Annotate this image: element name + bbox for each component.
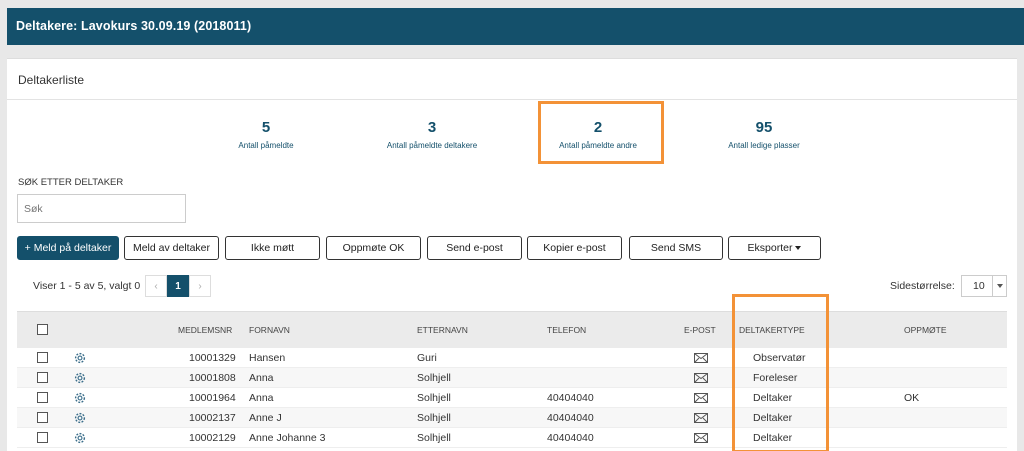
row-checkbox[interactable] [37,372,48,383]
table-row[interactable]: 10001329 Hansen Guri Observatør [17,348,1007,368]
row-checkbox[interactable] [37,432,48,443]
cell-first-name: Anne Johanne 3 [249,432,326,444]
highlight-box-stat [538,101,664,164]
table-row[interactable]: 10001808 Anna Solhjell Foreleser [17,368,1007,388]
cell-phone: 40404040 [547,412,594,424]
top-bar: Deltakere: Lavokurs 30.09.19 (2018011) [7,8,1024,45]
row-checkbox[interactable] [37,412,48,423]
stat-label: Antall ledige plasser [728,141,800,150]
table-header: MEDLEMSNR FORNAVN ETTERNAVN TELEFON E-PO… [17,311,1007,348]
send-email-button[interactable]: Send e-post [427,236,522,260]
gear-icon[interactable] [73,371,87,385]
cell-first-name: Anna [249,372,274,384]
copy-email-button[interactable]: Kopier e-post [527,236,622,260]
table-row[interactable]: 10002137 Anne J Solhjell 40404040 Deltak… [17,408,1007,428]
page-size-select[interactable]: 10 [961,275,1007,297]
page-size-label: Sidestørrelse: [890,280,955,292]
column-header-phone[interactable]: TELEFON [547,325,586,335]
participant-list-card: Deltakerliste 5 Antall påmeldte 3 Antall… [7,58,1017,451]
column-header-last-name[interactable]: ETTERNAVN [417,325,468,335]
card-divider [7,99,1017,100]
row-checkbox[interactable] [37,352,48,363]
cell-attendance: OK [904,392,920,404]
cell-last-name: Solhjell [417,432,451,444]
stat-value: 5 [261,119,271,136]
column-header-email[interactable]: E-POST [684,325,716,335]
cell-phone: 40404040 [547,432,594,444]
cell-last-name: Solhjell [417,392,451,404]
cell-phone: 40404040 [547,392,594,404]
cell-last-name: Guri [417,352,437,364]
card-title: Deltakerliste [18,73,85,87]
stat-registered: 5 Antall påmeldte [191,119,341,150]
search-label: SØK ETTER DELTAKER [18,177,124,188]
page-title: Deltakere: Lavokurs 30.09.19 (2018011) [16,19,252,33]
gear-icon[interactable] [73,411,87,425]
cell-first-name: Anne J [249,412,282,424]
envelope-icon[interactable] [694,373,708,383]
stat-label: Antall påmeldte [238,141,294,150]
envelope-icon[interactable] [694,433,708,443]
attendance-ok-button[interactable]: Oppmøte OK [326,236,421,260]
cell-member-no: 10001808 [189,372,236,384]
column-header-member-no[interactable]: MEDLEMSNR [178,325,232,335]
cell-member-no: 10001964 [189,392,236,404]
envelope-icon[interactable] [694,413,708,423]
table-row[interactable]: 10002129 Anne Johanne 3 Solhjell 4040404… [17,428,1007,448]
stat-label: Antall påmeldte deltakere [386,141,478,150]
cell-last-name: Solhjell [417,372,451,384]
send-sms-button[interactable]: Send SMS [629,236,723,260]
stat-value: 95 [755,119,773,136]
pager-page-button[interactable]: 1 [167,275,189,297]
export-label: Eksporter [747,242,793,254]
pagination: ‹ 1 › [145,275,211,297]
search-input[interactable] [17,194,186,223]
caret-down-icon [795,246,802,250]
gear-icon[interactable] [73,351,87,365]
cell-member-no: 10002129 [189,432,236,444]
stat-registered-participants: 3 Antall påmeldte deltakere [357,119,507,150]
no-show-button[interactable]: Ikke møtt [225,236,320,260]
pager-prev-button[interactable]: ‹ [145,275,167,297]
select-all-checkbox[interactable] [37,324,48,335]
pager-info: Viser 1 - 5 av 5, valgt 0 [33,280,141,292]
column-header-first-name[interactable]: FORNAVN [249,325,290,335]
chevron-down-icon [992,276,1006,296]
highlight-box-type-column [732,294,829,451]
stat-value: 3 [427,119,437,136]
remove-participant-button[interactable]: Meld av deltaker [124,236,219,260]
cell-first-name: Hansen [249,352,286,364]
cell-member-no: 10002137 [189,412,236,424]
page-size-value: 10 [973,280,985,292]
envelope-icon[interactable] [694,353,708,363]
table-row[interactable]: 10001964 Anna Solhjell 40404040 Deltaker… [17,388,1007,408]
gear-icon[interactable] [73,431,87,445]
pager-next-button[interactable]: › [189,275,211,297]
export-button[interactable]: Eksporter [728,236,821,260]
add-participant-button[interactable]: + Meld på deltaker [17,236,119,260]
cell-last-name: Solhjell [417,412,451,424]
cell-first-name: Anna [249,392,274,404]
gear-icon[interactable] [73,391,87,405]
stat-free-seats: 95 Antall ledige plasser [689,119,839,150]
envelope-icon[interactable] [694,393,708,403]
column-header-attendance[interactable]: OPPMØTE [904,325,947,335]
cell-member-no: 10001329 [189,352,236,364]
row-checkbox[interactable] [37,392,48,403]
